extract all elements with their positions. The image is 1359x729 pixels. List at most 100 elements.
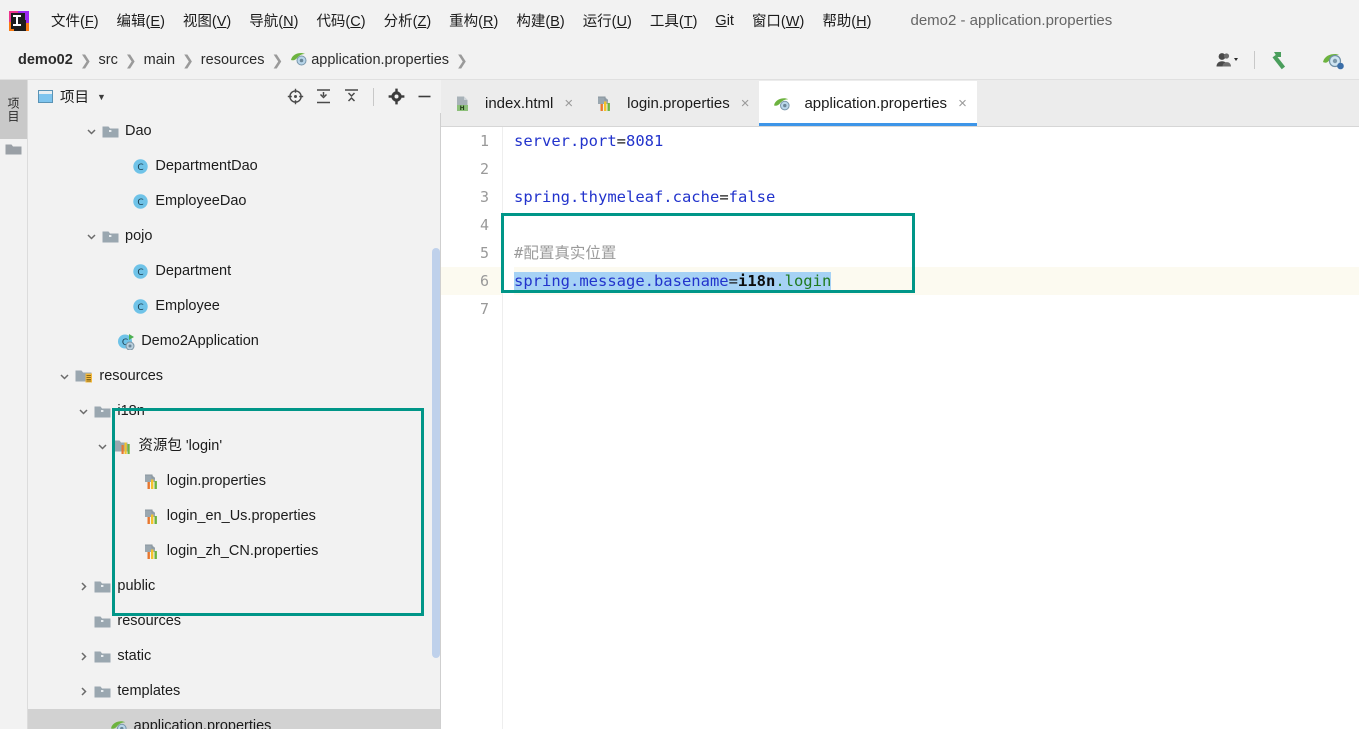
toolbar-divider <box>373 87 374 106</box>
line-number: 5 <box>479 244 489 262</box>
close-icon[interactable]: × <box>958 96 967 111</box>
menu-item-navigate[interactable]: 导航(N) <box>240 8 307 33</box>
tree-row-label: i18n <box>117 403 145 420</box>
menu-item-window[interactable]: 窗口(W) <box>743 8 813 33</box>
folder-icon <box>94 615 111 629</box>
settings-gear-icon[interactable] <box>383 84 409 110</box>
collapse-all-icon[interactable] <box>338 84 364 110</box>
project-window-icon <box>38 90 53 103</box>
menu-item-refactor[interactable]: 重构(R) <box>440 8 507 33</box>
breadcrumb: demo02 ❯ src ❯ main ❯ resources ❯ applic… <box>0 41 1359 80</box>
menu-item-help[interactable]: 帮助(H) <box>813 8 880 33</box>
editor-tab[interactable]: login.properties × <box>583 81 759 126</box>
project-tree[interactable]: Dao C DepartmentDao C EmployeeDao pojo C Depart… <box>28 113 441 729</box>
editor-tab[interactable]: application.properties × <box>759 81 978 126</box>
menu-item-run[interactable]: 运行(U) <box>574 8 641 33</box>
intellij-idea-logo-icon <box>8 10 30 32</box>
spring-properties-icon <box>773 96 791 111</box>
tree-row[interactable]: 资源包 'login' <box>28 429 441 464</box>
chevron-down-icon[interactable] <box>85 230 98 243</box>
menu-item-file[interactable]: 文件(F) <box>42 8 108 33</box>
tree-row-label: templates <box>117 683 181 700</box>
tree-row[interactable]: application.properties <box>28 709 441 729</box>
property-equals: = <box>719 188 729 206</box>
breadcrumb-item-src[interactable]: src <box>99 52 118 68</box>
tree-row[interactable]: C Employee <box>28 289 441 324</box>
line-number-gutter: 1 2 3 4 5 6 7 <box>441 127 503 729</box>
code-line[interactable]: spring.message.basename=i18n.login <box>514 267 1359 295</box>
java-class-icon: C <box>132 193 149 210</box>
svg-text:C: C <box>138 268 144 278</box>
menu-item-code[interactable]: 代码(C) <box>307 8 374 33</box>
tree-row[interactable]: Dao <box>28 114 441 149</box>
tree-row[interactable]: resources <box>28 604 441 639</box>
spring-boot-class-icon: C <box>117 333 135 350</box>
chevron-right-icon[interactable] <box>77 685 90 698</box>
code-line[interactable] <box>514 155 1359 183</box>
menu-item-analyze[interactable]: 分析(Z) <box>375 8 441 33</box>
folder-icon[interactable] <box>5 142 22 159</box>
property-key: spring.thymeleaf.cache <box>514 188 720 206</box>
tree-row[interactable]: login_en_Us.properties <box>28 499 441 534</box>
build-hammer-icon[interactable] <box>1266 46 1296 74</box>
close-icon[interactable]: × <box>564 96 573 111</box>
menu-item-edit[interactable]: 编辑(E) <box>108 8 174 33</box>
breadcrumb-separator: ❯ <box>271 51 284 68</box>
code-lines[interactable]: server.port=8081 spring.thymeleaf.cache=… <box>503 127 1359 729</box>
chevron-down-icon[interactable] <box>77 405 90 418</box>
rail-tab-project[interactable]: 项目 <box>0 80 27 139</box>
project-tree-scrollbar[interactable] <box>432 248 440 658</box>
breadcrumb-item-application-properties[interactable]: application.properties <box>311 52 449 68</box>
editor-area: Hindex.html × login.properties × application… <box>441 80 1359 729</box>
code-line[interactable]: spring.thymeleaf.cache=false <box>514 183 1359 211</box>
menu-item-git[interactable]: Git <box>706 11 743 31</box>
tree-row[interactable]: templates <box>28 674 441 709</box>
menu-item-view[interactable]: 视图(V) <box>174 8 240 33</box>
tree-row-label: login.properties <box>166 473 266 490</box>
tree-row[interactable]: static <box>28 639 441 674</box>
tree-row[interactable]: public <box>28 569 441 604</box>
chevron-down-icon[interactable] <box>58 370 71 383</box>
breadcrumb-item-demo02[interactable]: demo02 <box>18 52 73 68</box>
property-value: false <box>728 188 776 206</box>
chevron-right-icon[interactable] <box>77 650 90 663</box>
chevron-down-icon[interactable] <box>96 440 109 453</box>
code-line[interactable]: #配置真实位置 <box>514 239 1359 267</box>
hide-minimize-icon[interactable] <box>411 84 437 110</box>
svg-text:C: C <box>138 303 144 313</box>
tree-row[interactable]: login.properties <box>28 464 441 499</box>
editor-tab[interactable]: Hindex.html × <box>441 81 583 126</box>
close-icon[interactable]: × <box>741 96 750 111</box>
breadcrumb-separator: ❯ <box>124 51 137 68</box>
property-key: server.port <box>514 132 617 150</box>
left-tool-rail: 项目 <box>0 80 28 729</box>
chevron-right-icon[interactable] <box>77 580 90 593</box>
menu-item-build[interactable]: 构建(B) <box>507 8 573 33</box>
chevron-down-icon[interactable] <box>85 125 98 138</box>
window-title: demo2 - application.properties <box>910 12 1113 29</box>
selected-text[interactable]: spring.message.basename=i18n.login <box>514 272 832 290</box>
tree-row[interactable]: login_zh_CN.properties <box>28 534 441 569</box>
locate-target-icon[interactable] <box>282 84 308 110</box>
tree-row[interactable]: C Department <box>28 254 441 289</box>
editor-tab-label: login.properties <box>627 95 730 112</box>
tree-row[interactable]: C DepartmentDao <box>28 149 441 184</box>
tree-row[interactable]: pojo <box>28 219 441 254</box>
breadcrumb-item-main[interactable]: main <box>144 52 175 68</box>
tree-row[interactable]: resources <box>28 359 441 394</box>
breadcrumb-item-resources[interactable]: resources <box>201 52 265 68</box>
tree-row[interactable]: i18n <box>28 394 441 429</box>
menu-item-tools[interactable]: 工具(T) <box>641 8 707 33</box>
folder-icon <box>94 405 111 419</box>
user-account-icon[interactable] <box>1213 46 1243 74</box>
code-line[interactable] <box>514 211 1359 239</box>
code-line[interactable]: server.port=8081 <box>514 127 1359 155</box>
code-editor[interactable]: 1234567 server.port=8081 spring.thymelea… <box>441 127 1359 729</box>
spring-search-icon[interactable] <box>1319 46 1349 74</box>
expand-all-icon[interactable] <box>310 84 336 110</box>
code-line[interactable] <box>514 295 1359 323</box>
breadcrumb-separator: ❯ <box>456 51 468 68</box>
tree-row[interactable]: C Demo2Application <box>28 324 441 359</box>
chevron-down-icon[interactable]: ▼ <box>97 92 106 102</box>
tree-row[interactable]: C EmployeeDao <box>28 184 441 219</box>
